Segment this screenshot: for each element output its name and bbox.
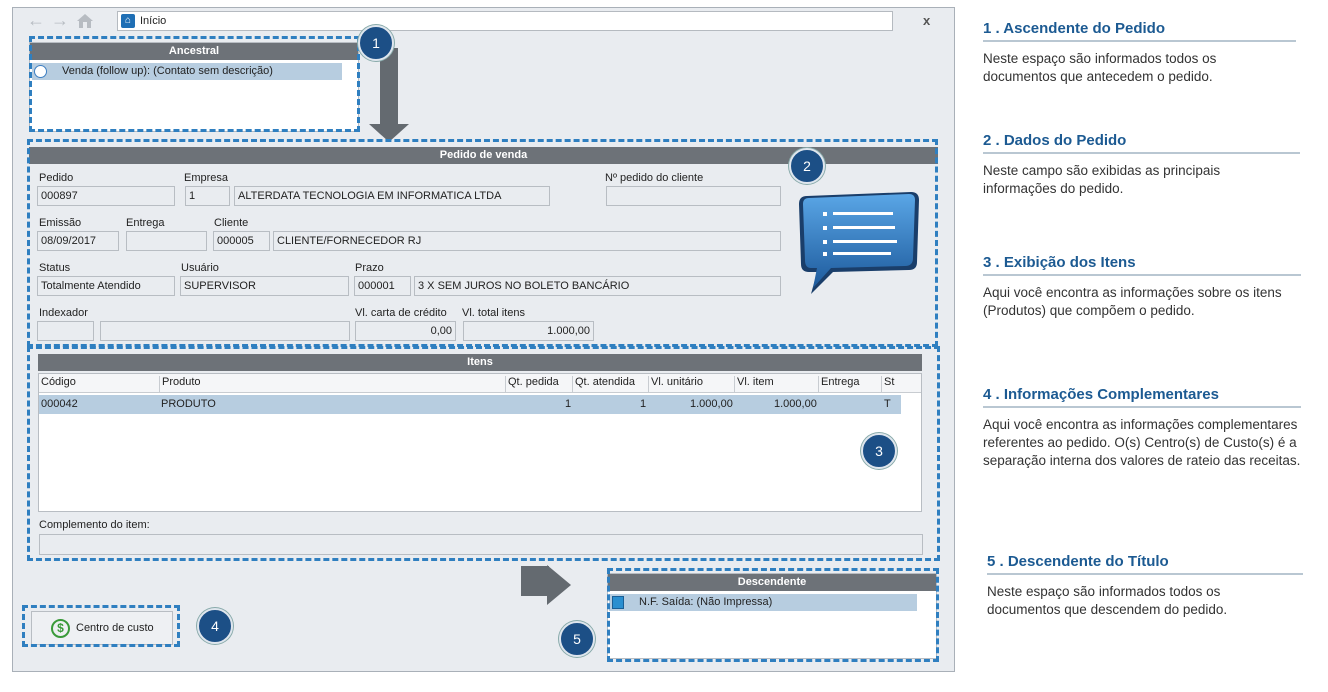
help-text-3: Aqui você encontra as informações sobre … <box>983 285 1282 318</box>
home-icon: ⌂ <box>121 14 135 28</box>
address-bar[interactable]: ⌂ Início <box>117 11 893 31</box>
section-5-highlight <box>607 568 939 662</box>
help-item-2: 2 . Dados do Pedido Neste campo são exib… <box>983 132 1313 198</box>
section-4-highlight <box>22 605 180 647</box>
help-divider <box>983 40 1296 42</box>
help-divider <box>983 274 1301 276</box>
help-item-1: 1 . Ascendente do Pedido Neste espaço sã… <box>983 20 1313 86</box>
app-window: ← → ⌂ Início x Ancestral Venda (follow u… <box>12 7 955 672</box>
arrow-head-right-icon <box>547 565 571 605</box>
help-item-5: 5 . Descendente do Título Neste espaço s… <box>987 553 1317 619</box>
marker-2: 2 <box>789 148 825 184</box>
help-text-1: Neste espaço são informados todos os doc… <box>983 51 1217 84</box>
help-title-2: 2 . Dados do Pedido <box>983 132 1127 149</box>
help-title-3: 3 . Exibição dos Itens <box>983 254 1136 271</box>
arrow-right-5 <box>521 566 549 596</box>
help-title-4: 4 . Informações Complementares <box>983 386 1219 403</box>
help-text-5: Neste espaço são informados todos os doc… <box>987 584 1228 617</box>
help-title-1: 1 . Ascendente do Pedido <box>983 20 1165 37</box>
help-text-2: Neste campo são exibidas as principais i… <box>983 163 1221 196</box>
marker-5: 5 <box>559 621 595 657</box>
section-1-highlight <box>29 36 360 132</box>
marker-3: 3 <box>861 433 897 469</box>
help-divider <box>987 573 1303 575</box>
back-arrow-icon[interactable]: ← <box>27 10 45 31</box>
help-divider <box>983 406 1301 408</box>
help-divider <box>983 152 1300 154</box>
help-item-3: 3 . Exibição dos Itens Aqui você encontr… <box>983 254 1313 320</box>
address-text: Início <box>140 15 167 27</box>
help-item-4: 4 . Informações Complementares Aqui você… <box>983 386 1313 470</box>
help-title-5: 5 . Descendente do Título <box>987 553 1169 570</box>
marker-1: 1 <box>358 25 394 61</box>
title-bar: ← → ⌂ Início x <box>13 8 954 36</box>
help-text-4: Aqui você encontra as informações comple… <box>983 417 1301 468</box>
marker-4: 4 <box>197 608 233 644</box>
forward-arrow-icon[interactable]: → <box>51 10 69 31</box>
home-icon[interactable] <box>75 13 95 29</box>
section-3-highlight <box>27 346 940 561</box>
close-button[interactable]: x <box>923 13 930 28</box>
